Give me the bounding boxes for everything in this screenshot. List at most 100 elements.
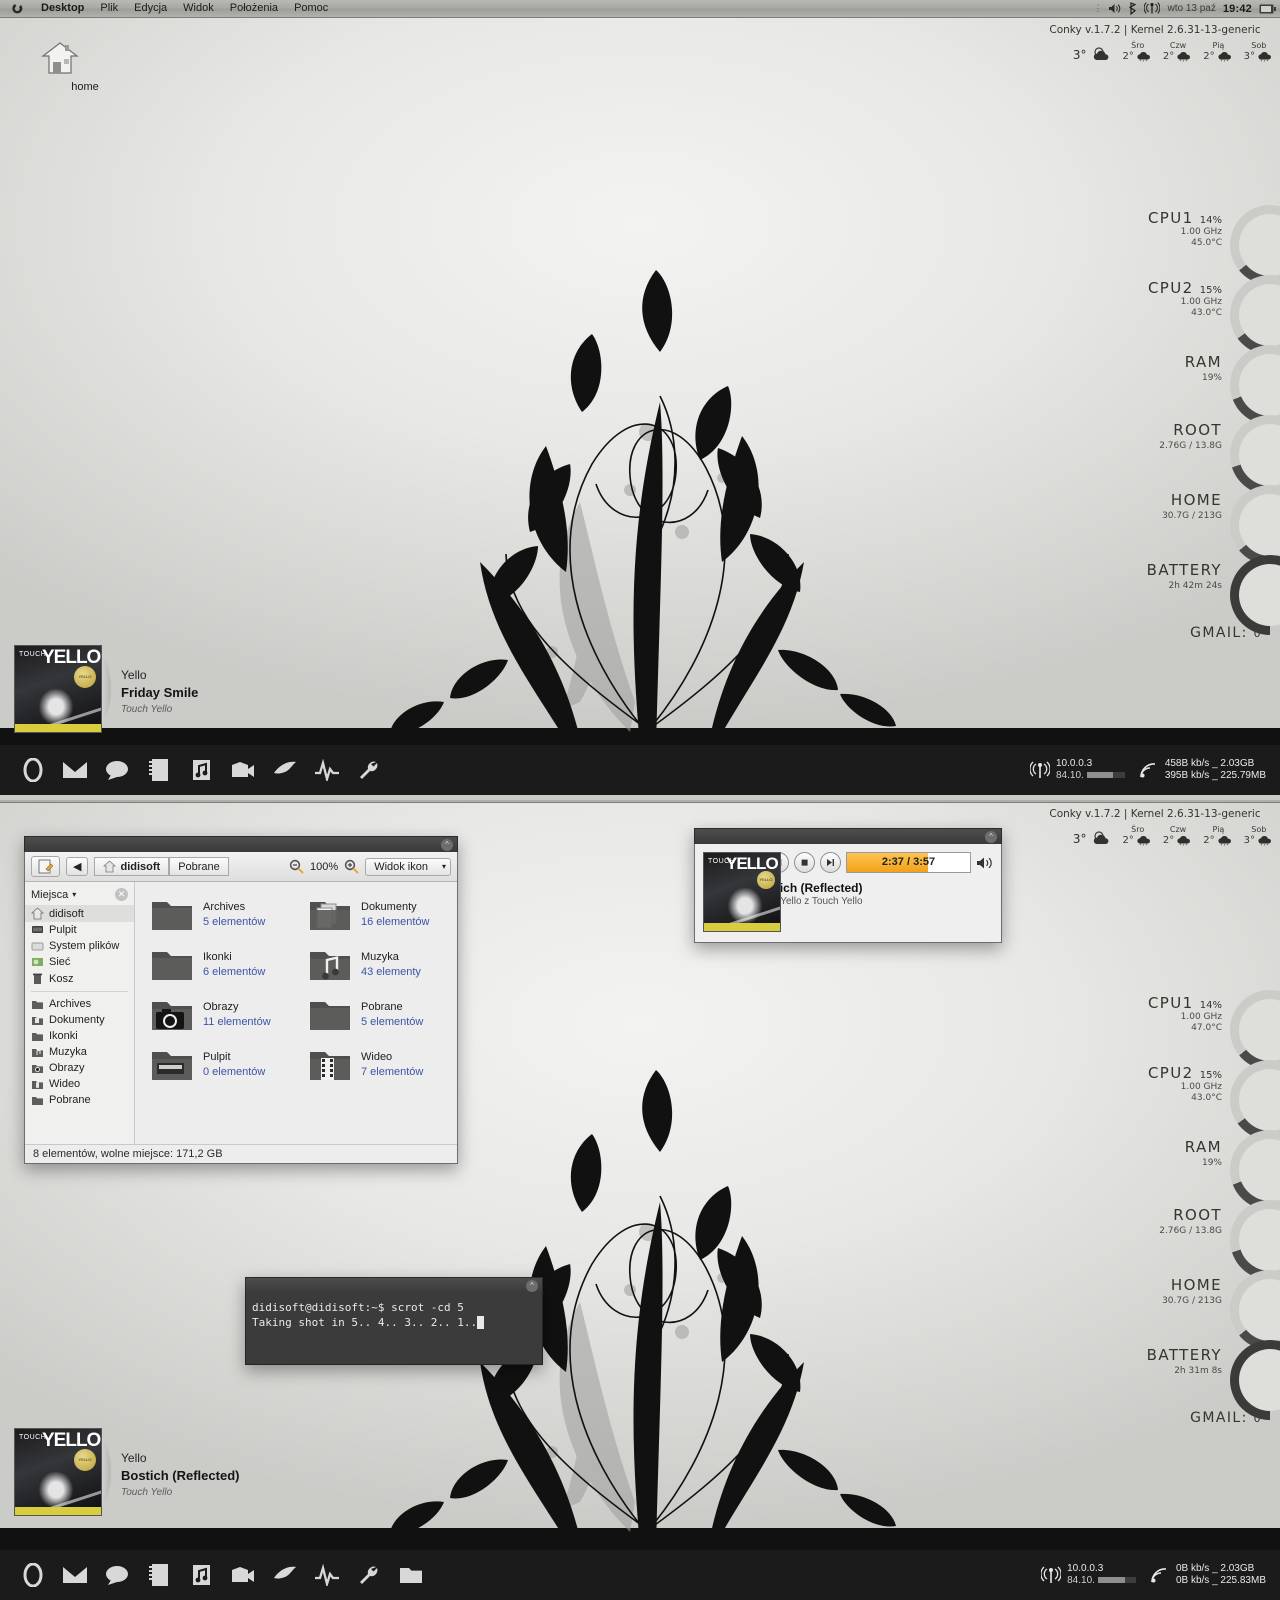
menu-pomoc[interactable]: Pomoc: [286, 0, 336, 17]
menu-pomoc[interactable]: Pomoc: [413, 800, 463, 802]
chevron-down-icon[interactable]: ▾: [72, 890, 76, 899]
file-manager-titlebar[interactable]: ^: [24, 836, 458, 852]
menu-zakladki[interactable]: Zakładki: [315, 800, 372, 802]
panel-clock[interactable]: 19:42: [1223, 3, 1252, 15]
stop-button[interactable]: [794, 852, 815, 873]
system-menu-icon[interactable]: [4, 800, 33, 801]
gimp-icon[interactable]: [264, 750, 306, 790]
sidebar-item-pulpit[interactable]: Pulpit: [25, 922, 134, 938]
opera-icon[interactable]: [12, 1555, 54, 1595]
close-icon[interactable]: ✕: [115, 888, 128, 901]
sidebar-item-kosz[interactable]: Kosz: [25, 970, 134, 987]
music-icon[interactable]: [180, 750, 222, 790]
music-folder-icon: [32, 1048, 43, 1057]
breadcrumb-home[interactable]: didisoft: [94, 857, 170, 876]
folder-item-pobrane[interactable]: Pobrane 5 elementów: [301, 992, 449, 1038]
terminal-body[interactable]: didisoft@didisoft:~$ scrot -cd 5 Taking …: [245, 1293, 543, 1365]
desktop-icon-home[interactable]: home: [40, 40, 130, 93]
chat-icon[interactable]: [96, 1555, 138, 1595]
breadcrumb-current[interactable]: Pobrane: [169, 857, 229, 876]
panel-drag-handle[interactable]: ⋮: [1093, 3, 1102, 14]
folder-item-wideo[interactable]: Wideo 7 elementów: [301, 1042, 449, 1088]
settings-icon[interactable]: [348, 750, 390, 790]
active-window-title[interactable]: Asystent CD/DVD: [33, 800, 133, 801]
gimp-icon[interactable]: [264, 1555, 306, 1595]
file-manager-toolbar[interactable]: ◀ didisoft Pobrane 100% Widok ikon ▾: [25, 852, 457, 882]
menu-widok[interactable]: Widok: [215, 800, 262, 802]
panel-date[interactable]: wto 13 paź: [1167, 3, 1215, 14]
folder-item-muzyka[interactable]: Muzyka 43 elementy: [301, 942, 449, 988]
sidebar-bookmark-obrazy[interactable]: Obrazy: [25, 1060, 134, 1076]
notes-icon[interactable]: [138, 1555, 180, 1595]
menu-polozenia[interactable]: Położenia: [222, 0, 286, 17]
sidebar-bookmark-dokumenty[interactable]: Dokumenty: [25, 1012, 134, 1028]
bluetooth-icon[interactable]: [1128, 2, 1137, 15]
network-icon[interactable]: [1144, 2, 1161, 15]
top-panel[interactable]: Desktop Plik Edycja Widok Położenia Pomo…: [0, 0, 1280, 18]
seek-bar[interactable]: 2:37 / 3:57: [846, 852, 971, 873]
menu-plik[interactable]: Plik: [92, 0, 126, 17]
chat-icon[interactable]: [96, 750, 138, 790]
volume-icon[interactable]: [976, 856, 993, 870]
notes-icon[interactable]: [138, 750, 180, 790]
menu-widok[interactable]: Widok: [175, 0, 222, 17]
battery-icon[interactable]: [1259, 4, 1276, 14]
window-rollup-button[interactable]: ^: [441, 839, 453, 851]
sidebar-item-didisoft[interactable]: didisoft: [25, 905, 134, 922]
zoom-in-button[interactable]: [344, 859, 359, 874]
sidebar-item-system-plikow[interactable]: System plików: [25, 938, 134, 954]
window-rollup-button[interactable]: ^: [985, 831, 997, 843]
sidebar-item-siec[interactable]: Sieć: [25, 954, 134, 970]
folder-item-archives[interactable]: Archives 5 elementów: [143, 892, 291, 938]
settings-icon[interactable]: [348, 1555, 390, 1595]
mail-icon[interactable]: [54, 750, 96, 790]
file-manager-window[interactable]: ^ ◀ didisoft Pobrane 100% Widok ikon ▾ M…: [24, 836, 458, 1164]
menu-przejdz[interactable]: Przejdź: [262, 800, 315, 802]
dock-icon-list-top[interactable]: [0, 750, 390, 790]
menu-plik[interactable]: Plik: [133, 800, 167, 802]
menu-edycja[interactable]: Edycja: [166, 800, 215, 802]
sidebar-bookmark-archives[interactable]: Archives: [25, 996, 134, 1012]
mail-icon[interactable]: [54, 1555, 96, 1595]
monitor-icon[interactable]: [306, 750, 348, 790]
system-menu-icon[interactable]: [4, 1, 33, 16]
file-manager-icon-view[interactable]: Archives 5 elementów Dokumenty 16 elementó…: [135, 882, 457, 1144]
zoom-out-button[interactable]: [289, 859, 304, 874]
edit-location-button[interactable]: [31, 856, 60, 877]
video-icon[interactable]: [222, 750, 264, 790]
documents-folder-icon: [310, 902, 350, 930]
media-player-titlebar[interactable]: ^: [694, 828, 1002, 844]
file-manager-sidebar[interactable]: Miejsca ▾ ✕ didisoft Pulpit System plikó…: [25, 882, 135, 1144]
monitor-icon[interactable]: [306, 1555, 348, 1595]
menu-edycja[interactable]: Edycja: [126, 0, 175, 17]
breadcrumb[interactable]: didisoft Pobrane: [94, 857, 229, 876]
sidebar-bookmark-ikonki[interactable]: Ikonki: [25, 1028, 134, 1044]
folder-item-dokumenty[interactable]: Dokumenty 16 elementów: [301, 892, 449, 938]
dock-bottom[interactable]: 10.0.0.3 84.10. 0B kb/s _ 2.03GB 0B kb/s…: [0, 1550, 1280, 1600]
volume-icon[interactable]: [1108, 3, 1121, 14]
window-rollup-button[interactable]: ^: [526, 1280, 538, 1292]
terminal-titlebar[interactable]: ^: [245, 1277, 543, 1293]
opera-icon[interactable]: [12, 750, 54, 790]
file-manager-icon[interactable]: [390, 1555, 432, 1595]
dock-top[interactable]: 10.0.0.3 84.10. 458B kb/s _ 2.03GB 395B …: [0, 745, 1280, 795]
back-button[interactable]: ◀: [66, 857, 89, 876]
sidebar-bookmark-pobrane[interactable]: Pobrane: [25, 1092, 134, 1108]
folder-item-obrazy[interactable]: Obrazy 11 elementów: [143, 992, 291, 1038]
terminal-window[interactable]: ^ didisoft@didisoft:~$ scrot -cd 5 Takin…: [245, 1277, 543, 1365]
video-icon[interactable]: [222, 1555, 264, 1595]
menu-karty[interactable]: Karty: [372, 800, 414, 802]
menu-desktop[interactable]: Desktop: [33, 0, 92, 17]
media-player-window[interactable]: ^ TOUCH YELLO YELLO: [694, 828, 1002, 943]
sidebar-header[interactable]: Miejsca ▾ ✕: [25, 886, 134, 905]
folder-item-pulpit[interactable]: Pulpit 0 elementów: [143, 1042, 291, 1088]
sidebar-bookmark-muzyka[interactable]: Muzyka: [25, 1044, 134, 1060]
top-panel-app[interactable]: Asystent CD/DVD Plik Edycja Widok Przejd…: [0, 800, 1280, 803]
dock-icon-list-bottom[interactable]: [0, 1555, 432, 1595]
sidebar-bookmark-wideo[interactable]: Wideo: [25, 1076, 134, 1092]
view-mode-select[interactable]: Widok ikon ▾: [365, 857, 451, 876]
music-icon[interactable]: [180, 1555, 222, 1595]
next-button[interactable]: [820, 852, 841, 873]
sidebar-divider: [31, 991, 128, 992]
folder-item-ikonki[interactable]: Ikonki 6 elementów: [143, 942, 291, 988]
